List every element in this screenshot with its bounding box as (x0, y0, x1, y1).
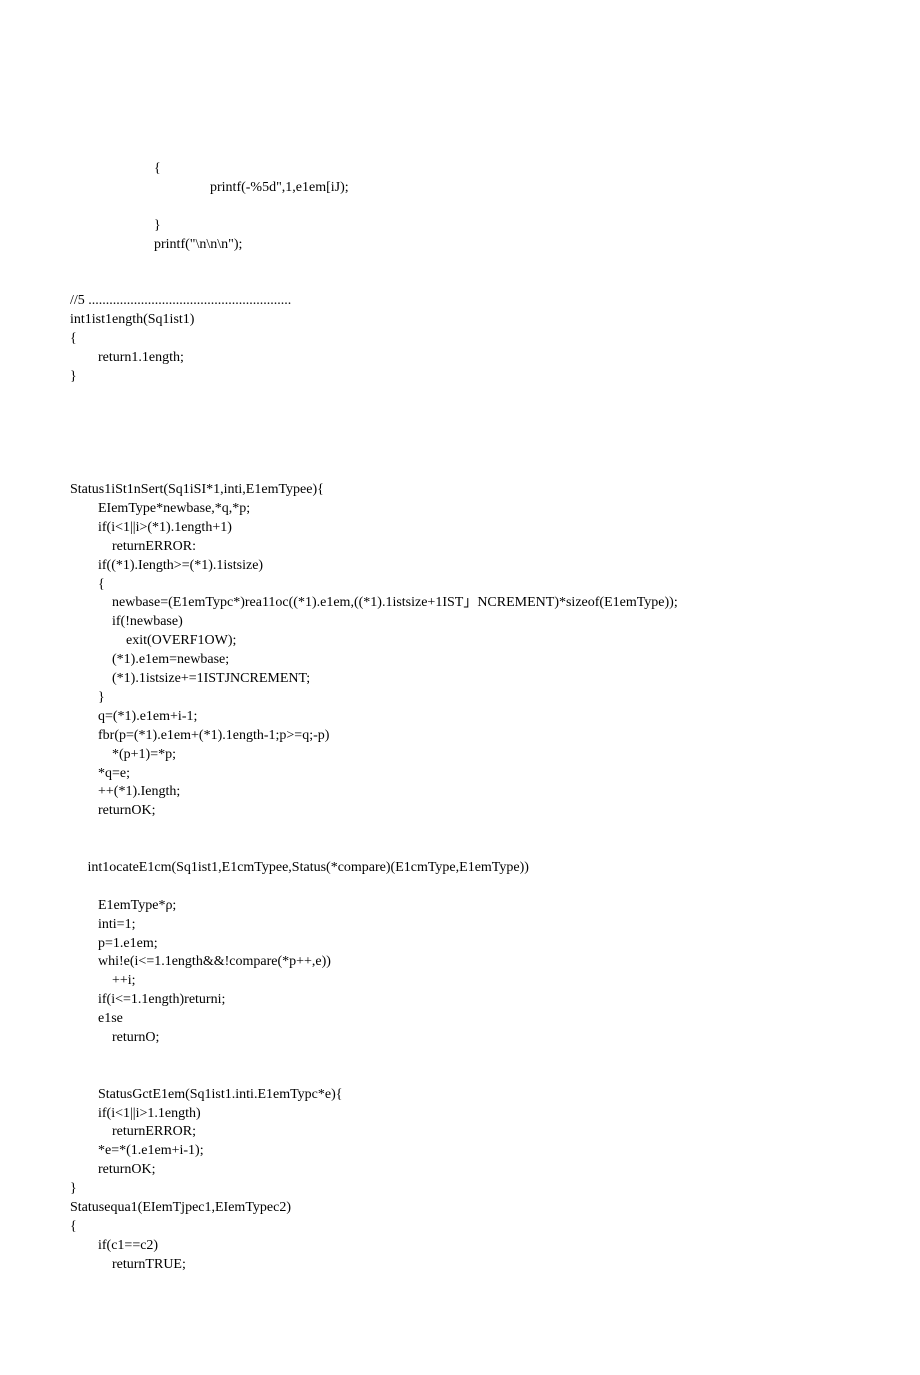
document-page: { printf(-%5d",1,e1em[iJ); } printf("\n\… (0, 0, 920, 1375)
code-line: } (70, 689, 850, 708)
code-line: whi!e(i<=1.1ength&&!compare(*p++,e)) (70, 953, 850, 972)
code-line: p=1.e1em; (70, 935, 850, 954)
code-line: if(!newbase) (70, 613, 850, 632)
code-line: returnERROR: (70, 538, 850, 557)
code-line (70, 462, 850, 481)
code-line (70, 198, 850, 217)
code-line: *e=*(1.e1em+i-1); (70, 1142, 850, 1161)
code-line (70, 1048, 850, 1067)
code-block: { printf(-%5d",1,e1em[iJ); } printf("\n\… (70, 160, 850, 1275)
code-line (70, 821, 850, 840)
code-line: { (70, 1218, 850, 1237)
code-line: returnTRUE; (70, 1256, 850, 1275)
code-line: ++(*1).Iength; (70, 783, 850, 802)
code-line: returnOK; (70, 1161, 850, 1180)
code-line: if(i<1||i>(*1).1ength+1) (70, 519, 850, 538)
code-line (70, 1067, 850, 1086)
code-line: printf("\n\n\n"); (70, 236, 850, 255)
code-line: { (70, 576, 850, 595)
code-line: } (70, 368, 850, 387)
code-line: newbase=(E1emTypc*)rea11oc((*1).e1em,((*… (70, 594, 850, 613)
code-line: returnERROR; (70, 1123, 850, 1142)
code-line: exit(OVERF1OW); (70, 632, 850, 651)
code-line: *q=e; (70, 765, 850, 784)
code-line (70, 878, 850, 897)
code-line: if((*1).Iength>=(*1).1istsize) (70, 557, 850, 576)
code-line: EIemType*newbase,*q,*p; (70, 500, 850, 519)
code-line (70, 406, 850, 425)
code-line: StatusGctE1em(Sq1ist1.inti.E1emTypc*e){ (70, 1086, 850, 1105)
code-line: e1se (70, 1010, 850, 1029)
code-line: int1ist1ength(Sq1ist1) (70, 311, 850, 330)
code-line: Status1iSt1nSert(Sq1iSI*1,inti,E1emTypee… (70, 481, 850, 500)
code-line (70, 443, 850, 462)
code-line: return1.1ength; (70, 349, 850, 368)
code-line (70, 273, 850, 292)
code-line: if(c1==c2) (70, 1237, 850, 1256)
code-line: E1emType*ρ; (70, 897, 850, 916)
code-line: { (70, 160, 850, 179)
code-line: returnOK; (70, 802, 850, 821)
code-line: returnO; (70, 1029, 850, 1048)
code-line: //5 ....................................… (70, 292, 850, 311)
code-line (70, 254, 850, 273)
code-line: inti=1; (70, 916, 850, 935)
code-line (70, 387, 850, 406)
code-line: } (70, 1180, 850, 1199)
code-line: printf(-%5d",1,e1em[iJ); (70, 179, 850, 198)
code-line: Statusequa1(EIemTjpec1,EIemTypec2) (70, 1199, 850, 1218)
code-line: ++i; (70, 972, 850, 991)
code-line: (*1).1istsize+=1ISTJNCREMENT; (70, 670, 850, 689)
code-line: fbr(p=(*1).e1em+(*1).1ength-1;p>=q;-p) (70, 727, 850, 746)
code-line: if(i<=1.1ength)returni; (70, 991, 850, 1010)
code-line: q=(*1).e1em+i-1; (70, 708, 850, 727)
code-line: *(p+1)=*p; (70, 746, 850, 765)
code-line: (*1).e1em=newbase; (70, 651, 850, 670)
code-line: { (70, 330, 850, 349)
code-line: if(i<1||i>1.1ength) (70, 1105, 850, 1124)
code-line (70, 424, 850, 443)
code-line: int1ocateE1cm(Sq1ist1,E1cmTypee,Status(*… (70, 859, 850, 878)
code-line (70, 840, 850, 859)
code-line: } (70, 217, 850, 236)
